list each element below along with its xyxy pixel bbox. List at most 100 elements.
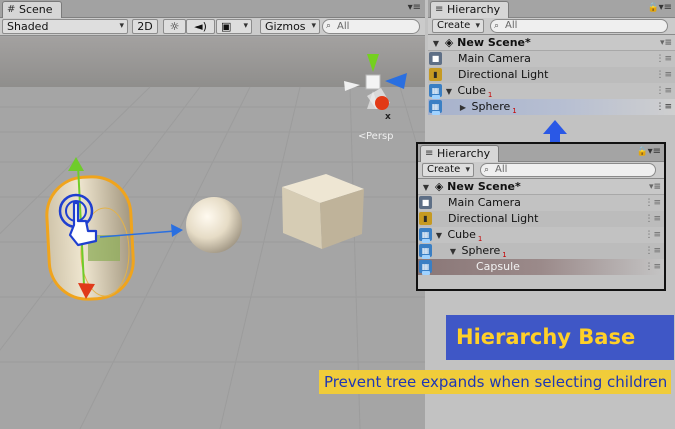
list-icon: ≡ (425, 148, 434, 159)
create-dropdown[interactable]: Create (432, 19, 484, 33)
prefab-icon: ▦ (429, 84, 442, 99)
lock-icon[interactable]: 🔒 (648, 3, 659, 13)
child-count-badge: 1 (487, 91, 493, 99)
scene-toolbar: Shaded 2D ☼ ◄) ▣ Gizmos ⌕ All (0, 18, 425, 36)
prefab-icon: ▦ (429, 100, 442, 115)
scene-name: New Scene* (447, 180, 521, 193)
expand-arrow-icon[interactable]: ▼ (421, 180, 431, 196)
tree-row-sphere[interactable]: ▦ ▶ Sphere 1 ⋮≡ (428, 99, 675, 115)
row-label: Cube (457, 84, 486, 97)
search-icon: ⌕ (494, 21, 500, 31)
row-label: Main Camera (458, 52, 531, 65)
search-icon: ⌕ (326, 21, 332, 31)
tree-row-main-camera[interactable]: ■ Main Camera ⋮≡ (418, 195, 664, 211)
child-count-badge: 1 (477, 235, 483, 243)
prefab-icon: ▦ (419, 260, 432, 275)
collapse-arrow-icon[interactable]: ▶ (458, 100, 468, 116)
hierarchy-tab-label: Hierarchy (437, 147, 491, 160)
row-label: Cube (447, 228, 476, 241)
hierarchy-panel-zoomed: ≡ Hierarchy 🔒 ▾≡ Create ⌕ All ▼ ◈ New Sc… (416, 142, 666, 291)
banner-title: Hierarchy Base (456, 325, 636, 349)
hierarchy-tree: ▼ ◈ New Scene* ▾≡ ■ Main Camera ⋮≡ ▮ Dir… (418, 179, 664, 275)
expand-arrow-icon[interactable]: ▼ (444, 84, 454, 100)
tagline-banner: Prevent tree expands when selecting chil… (319, 370, 671, 394)
gizmos-dropdown[interactable]: Gizmos (260, 19, 320, 34)
scene-search-input[interactable]: ⌕ All (322, 19, 420, 34)
row-menu-icon[interactable]: ▾≡ (660, 35, 672, 51)
row-menu-icon[interactable]: ⋮≡ (644, 195, 661, 211)
hierarchy-tab-label: Hierarchy (447, 3, 501, 16)
row-label: Sphere (461, 244, 501, 257)
row-menu-icon[interactable]: ⋮≡ (655, 99, 672, 115)
light-icon: ▮ (429, 68, 442, 81)
hierarchy-search-placeholder: All (495, 164, 508, 175)
camera-icon: ■ (429, 52, 442, 65)
speaker-icon: ◄) (194, 20, 207, 33)
tree-row-directional-light[interactable]: ▮ Directional Light ⋮≡ (428, 67, 675, 83)
scene-grid-icon: # (7, 4, 16, 15)
sphere-object[interactable] (186, 197, 242, 253)
create-label: Create (427, 164, 461, 175)
expand-arrow-icon[interactable]: ▼ (434, 228, 444, 244)
create-label: Create (437, 20, 471, 31)
hierarchy-search-input[interactable]: ⌕ All (490, 19, 668, 33)
axis-x-label: x (385, 112, 391, 122)
row-label: Sphere (471, 100, 511, 113)
expand-arrow-icon[interactable]: ▼ (431, 36, 441, 52)
hierarchy-tab-bar: ≡ Hierarchy 🔒 ▾≡ (418, 144, 664, 162)
unity-logo-icon: ◈ (434, 180, 444, 193)
effects-dropdown[interactable]: ▣ (216, 19, 252, 34)
row-menu-icon[interactable]: ⋮≡ (655, 51, 672, 67)
row-label: Main Camera (448, 196, 521, 209)
tree-row-cube[interactable]: ▦ ▼ Cube 1 ⋮≡ (418, 227, 664, 243)
create-dropdown[interactable]: Create (422, 163, 474, 177)
row-menu-icon[interactable]: ⋮≡ (644, 243, 661, 259)
hierarchy-toolbar: Create ⌕ All (418, 162, 664, 179)
persp-label[interactable]: Persp (366, 131, 394, 142)
row-menu-icon[interactable]: ⋮≡ (644, 259, 661, 275)
unity-logo-icon: ◈ (444, 36, 454, 49)
panel-menu-icon[interactable]: ▾≡ (659, 2, 672, 13)
scene-root-row[interactable]: ▼ ◈ New Scene* ▾≡ (418, 179, 664, 195)
lock-icon[interactable]: 🔒 (637, 147, 648, 157)
tree-row-sphere[interactable]: ▦ ▼ Sphere 1 ⋮≡ (418, 243, 664, 259)
row-menu-icon[interactable]: ⋮≡ (644, 211, 661, 227)
gizmos-label: Gizmos (265, 20, 306, 33)
lighting-toggle-button[interactable]: ☼ (163, 19, 186, 34)
scene-tab[interactable]: # Scene (2, 1, 62, 18)
row-menu-icon[interactable]: ⋮≡ (644, 227, 661, 243)
title-banner: Hierarchy Base (446, 315, 674, 360)
tree-row-main-camera[interactable]: ■ Main Camera ⋮≡ (428, 51, 675, 67)
panel-menu-icon[interactable]: ▾≡ (408, 2, 421, 13)
row-menu-icon[interactable]: ⋮≡ (655, 67, 672, 83)
banner-tagline: Prevent tree expands when selecting chil… (324, 373, 668, 391)
light-icon: ▮ (419, 212, 432, 225)
prefab-icon: ▦ (419, 244, 432, 259)
hierarchy-tree: ▼ ◈ New Scene* ▾≡ ■ Main Camera ⋮≡ ▮ Dir… (428, 35, 675, 115)
list-icon: ≡ (435, 4, 444, 15)
toggle-2d-label: 2D (137, 20, 153, 33)
shading-mode-dropdown[interactable]: Shaded (2, 19, 128, 34)
scene-search-placeholder: All (337, 21, 350, 32)
hierarchy-search-input[interactable]: ⌕ All (480, 163, 656, 177)
search-icon: ⌕ (484, 165, 490, 175)
toggle-2d-button[interactable]: 2D (132, 19, 158, 34)
hierarchy-tab-bar: ≡ Hierarchy 🔒 ▾≡ (428, 0, 675, 18)
tree-row-directional-light[interactable]: ▮ Directional Light ⋮≡ (418, 211, 664, 227)
tree-row-cube[interactable]: ▦ ▼ Cube 1 ⋮≡ (428, 83, 675, 99)
row-menu-icon[interactable]: ⋮≡ (655, 83, 672, 99)
audio-toggle-button[interactable]: ◄) (186, 19, 215, 34)
child-count-badge: 1 (512, 107, 517, 115)
scene-tab-label: Scene (19, 3, 53, 16)
hierarchy-tab[interactable]: ≡ Hierarchy (420, 145, 500, 162)
tree-row-capsule[interactable]: ▦ Capsule ⋮≡ (418, 259, 664, 275)
panel-menu-icon[interactable]: ▾≡ (648, 146, 661, 157)
child-count-badge: 1 (502, 251, 507, 259)
scene-name: New Scene* (457, 36, 531, 49)
row-label: Directional Light (458, 68, 549, 81)
hierarchy-panel-top: ≡ Hierarchy 🔒 ▾≡ Create ⌕ All ▼ ◈ New Sc… (428, 0, 675, 118)
hierarchy-tab[interactable]: ≡ Hierarchy (430, 1, 510, 18)
scene-root-row[interactable]: ▼ ◈ New Scene* ▾≡ (428, 35, 675, 51)
expand-arrow-icon[interactable]: ▼ (448, 244, 458, 260)
row-menu-icon[interactable]: ▾≡ (649, 179, 661, 195)
